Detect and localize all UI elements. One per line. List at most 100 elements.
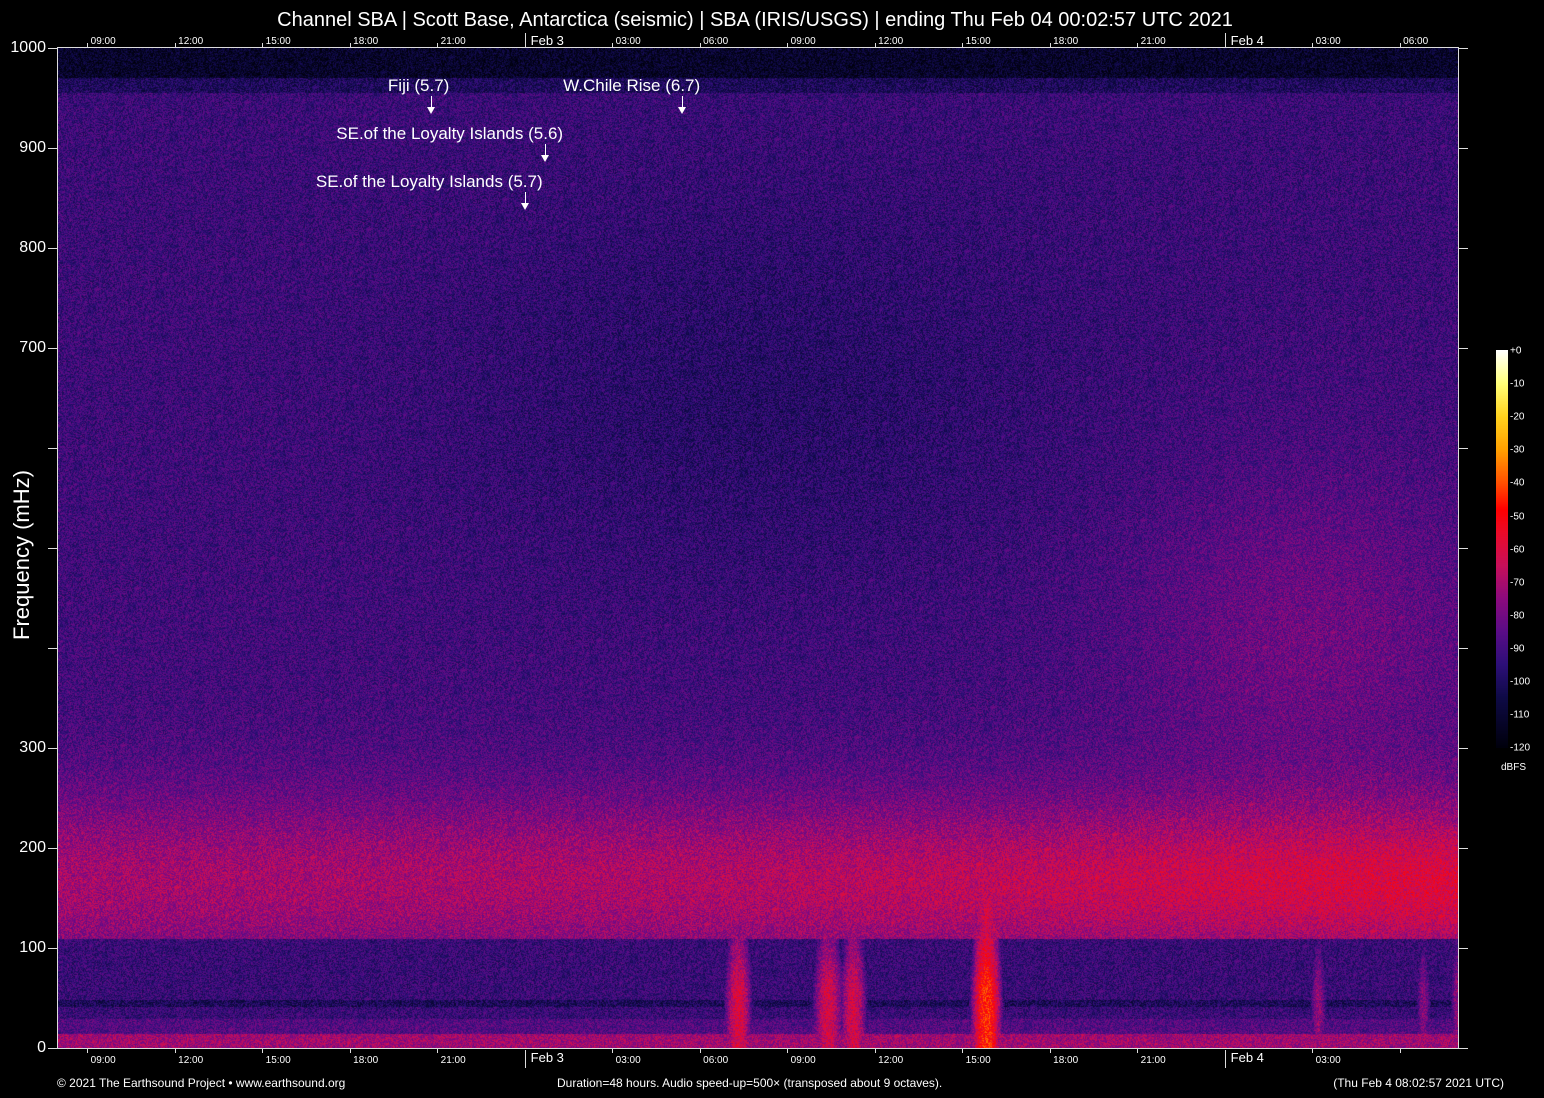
colorbar	[1496, 350, 1508, 748]
colorbar-tick-label: -30	[1510, 444, 1525, 456]
x-tick	[962, 1048, 964, 1053]
y-tick-label: 700	[19, 339, 46, 356]
colorbar-tick-label: -80	[1510, 610, 1525, 622]
x-tick	[262, 43, 264, 48]
y-tick-right	[1458, 248, 1468, 249]
y-tick-label: 900	[19, 139, 46, 156]
event-label: W.Chile Rise (6.7)	[563, 76, 701, 95]
x-tick	[1312, 43, 1314, 48]
x-tick	[874, 1048, 876, 1053]
y-tick-label: 1000	[10, 39, 46, 56]
x-tick-label: 03:00	[1315, 1055, 1341, 1066]
y-tick-left	[48, 48, 58, 49]
footer-duration: Duration=48 hours. Audio speed-up=500× (…	[557, 1076, 943, 1090]
y-tick-right	[1458, 648, 1468, 649]
y-tick-right	[1458, 948, 1468, 949]
x-date-label: Feb 3	[524, 1050, 564, 1068]
y-tick-right	[1458, 1048, 1468, 1049]
y-tick-right	[1458, 848, 1468, 849]
x-date-label: Feb 4	[1224, 1050, 1264, 1068]
x-tick-label: 06:00	[703, 36, 729, 47]
x-tick	[1137, 1048, 1139, 1053]
x-tick	[612, 1048, 614, 1053]
x-tick	[699, 1048, 701, 1053]
y-tick-right	[1458, 448, 1468, 449]
x-tick	[612, 43, 614, 48]
x-tick-label: 12:00	[878, 36, 904, 47]
x-tick	[699, 43, 701, 48]
x-tick-label: 12:00	[178, 36, 204, 47]
x-tick-label: 09:00	[790, 1055, 816, 1066]
footer-timestamp: (Thu Feb 4 08:02:57 2021 UTC)	[1333, 1076, 1504, 1090]
footer-copyright: © 2021 The Earthsound Project • www.eart…	[57, 1076, 346, 1090]
y-tick-right	[1458, 48, 1468, 49]
x-date-label: Feb 3	[524, 33, 564, 48]
colorbar-tick-label: -110	[1510, 709, 1530, 721]
x-tick	[787, 43, 789, 48]
y-tick-left	[48, 448, 58, 449]
y-tick-left	[48, 948, 58, 949]
x-tick	[1312, 1048, 1314, 1053]
colorbar-tick-label: -120	[1510, 742, 1531, 754]
x-tick-label: 12:00	[878, 1055, 904, 1066]
event-label: SE.of the Loyalty Islands (5.6)	[336, 124, 564, 143]
y-tick-left	[48, 848, 58, 849]
colorbar-tick-label: -20	[1510, 411, 1525, 423]
colorbar-tick-label: -60	[1510, 544, 1525, 556]
colorbar-tick-label: -40	[1510, 477, 1525, 489]
x-tick	[787, 1048, 789, 1053]
x-tick	[1049, 1048, 1051, 1053]
x-tick-label: 09:00	[90, 36, 116, 47]
x-tick-label: 15:00	[265, 1055, 291, 1066]
colorbar-tick-label: -100	[1510, 676, 1531, 688]
y-tick-left	[48, 348, 58, 349]
y-tick-label: 300	[19, 739, 46, 756]
colorbar-unit: dBFS	[1501, 762, 1527, 773]
x-tick	[87, 43, 89, 48]
x-tick-label: 21:00	[1140, 1055, 1166, 1066]
colorbar-tick-label: -90	[1510, 643, 1525, 655]
x-tick	[1399, 43, 1401, 48]
y-tick-left	[48, 548, 58, 549]
y-tick-left	[48, 748, 58, 749]
event-label: SE.of the Loyalty Islands (5.7)	[315, 172, 543, 191]
x-tick-label: 21:00	[1140, 36, 1166, 47]
y-tick-right	[1458, 148, 1468, 149]
y-axis-label: Frequency (mHz)	[9, 470, 34, 640]
colorbar-tick-label: -10	[1510, 378, 1525, 390]
x-tick	[962, 43, 964, 48]
y-tick-left	[48, 148, 58, 149]
y-tick-label: 800	[19, 239, 46, 256]
x-tick-label: 12:00	[178, 1055, 204, 1066]
x-tick-label: 21:00	[440, 36, 466, 47]
y-tick-label: 100	[19, 939, 46, 956]
y-tick-label: 200	[19, 839, 46, 856]
x-tick-label: 03:00	[1315, 36, 1341, 47]
x-tick-label: 18:00	[353, 36, 379, 47]
y-tick-label: 0	[37, 1039, 46, 1056]
x-tick-label: 09:00	[90, 1055, 116, 1066]
chart-title: Channel SBA | Scott Base, Antarctica (se…	[277, 9, 1233, 31]
y-tick-left	[48, 248, 58, 249]
x-tick	[1049, 43, 1051, 48]
x-tick-label: 18:00	[1053, 36, 1079, 47]
x-tick	[1399, 1048, 1401, 1053]
x-date-label: Feb 4	[1224, 33, 1264, 48]
event-label: Fiji (5.7)	[387, 76, 450, 95]
x-tick	[874, 43, 876, 48]
x-tick	[437, 1048, 439, 1053]
x-tick	[262, 1048, 264, 1053]
y-tick-right	[1458, 348, 1468, 349]
x-tick-label: 09:00	[790, 36, 816, 47]
colorbar-tick-label: -50	[1510, 511, 1525, 522]
y-tick-right	[1458, 748, 1468, 749]
x-tick	[349, 1048, 351, 1053]
x-tick	[174, 43, 176, 48]
x-tick	[437, 43, 439, 48]
x-tick	[1137, 43, 1139, 48]
x-tick	[87, 1048, 89, 1053]
x-tick-label: 18:00	[353, 1055, 379, 1066]
x-tick-label: 18:00	[1053, 1055, 1079, 1066]
x-tick-label: 15:00	[265, 36, 291, 47]
y-tick-right	[1458, 548, 1468, 549]
